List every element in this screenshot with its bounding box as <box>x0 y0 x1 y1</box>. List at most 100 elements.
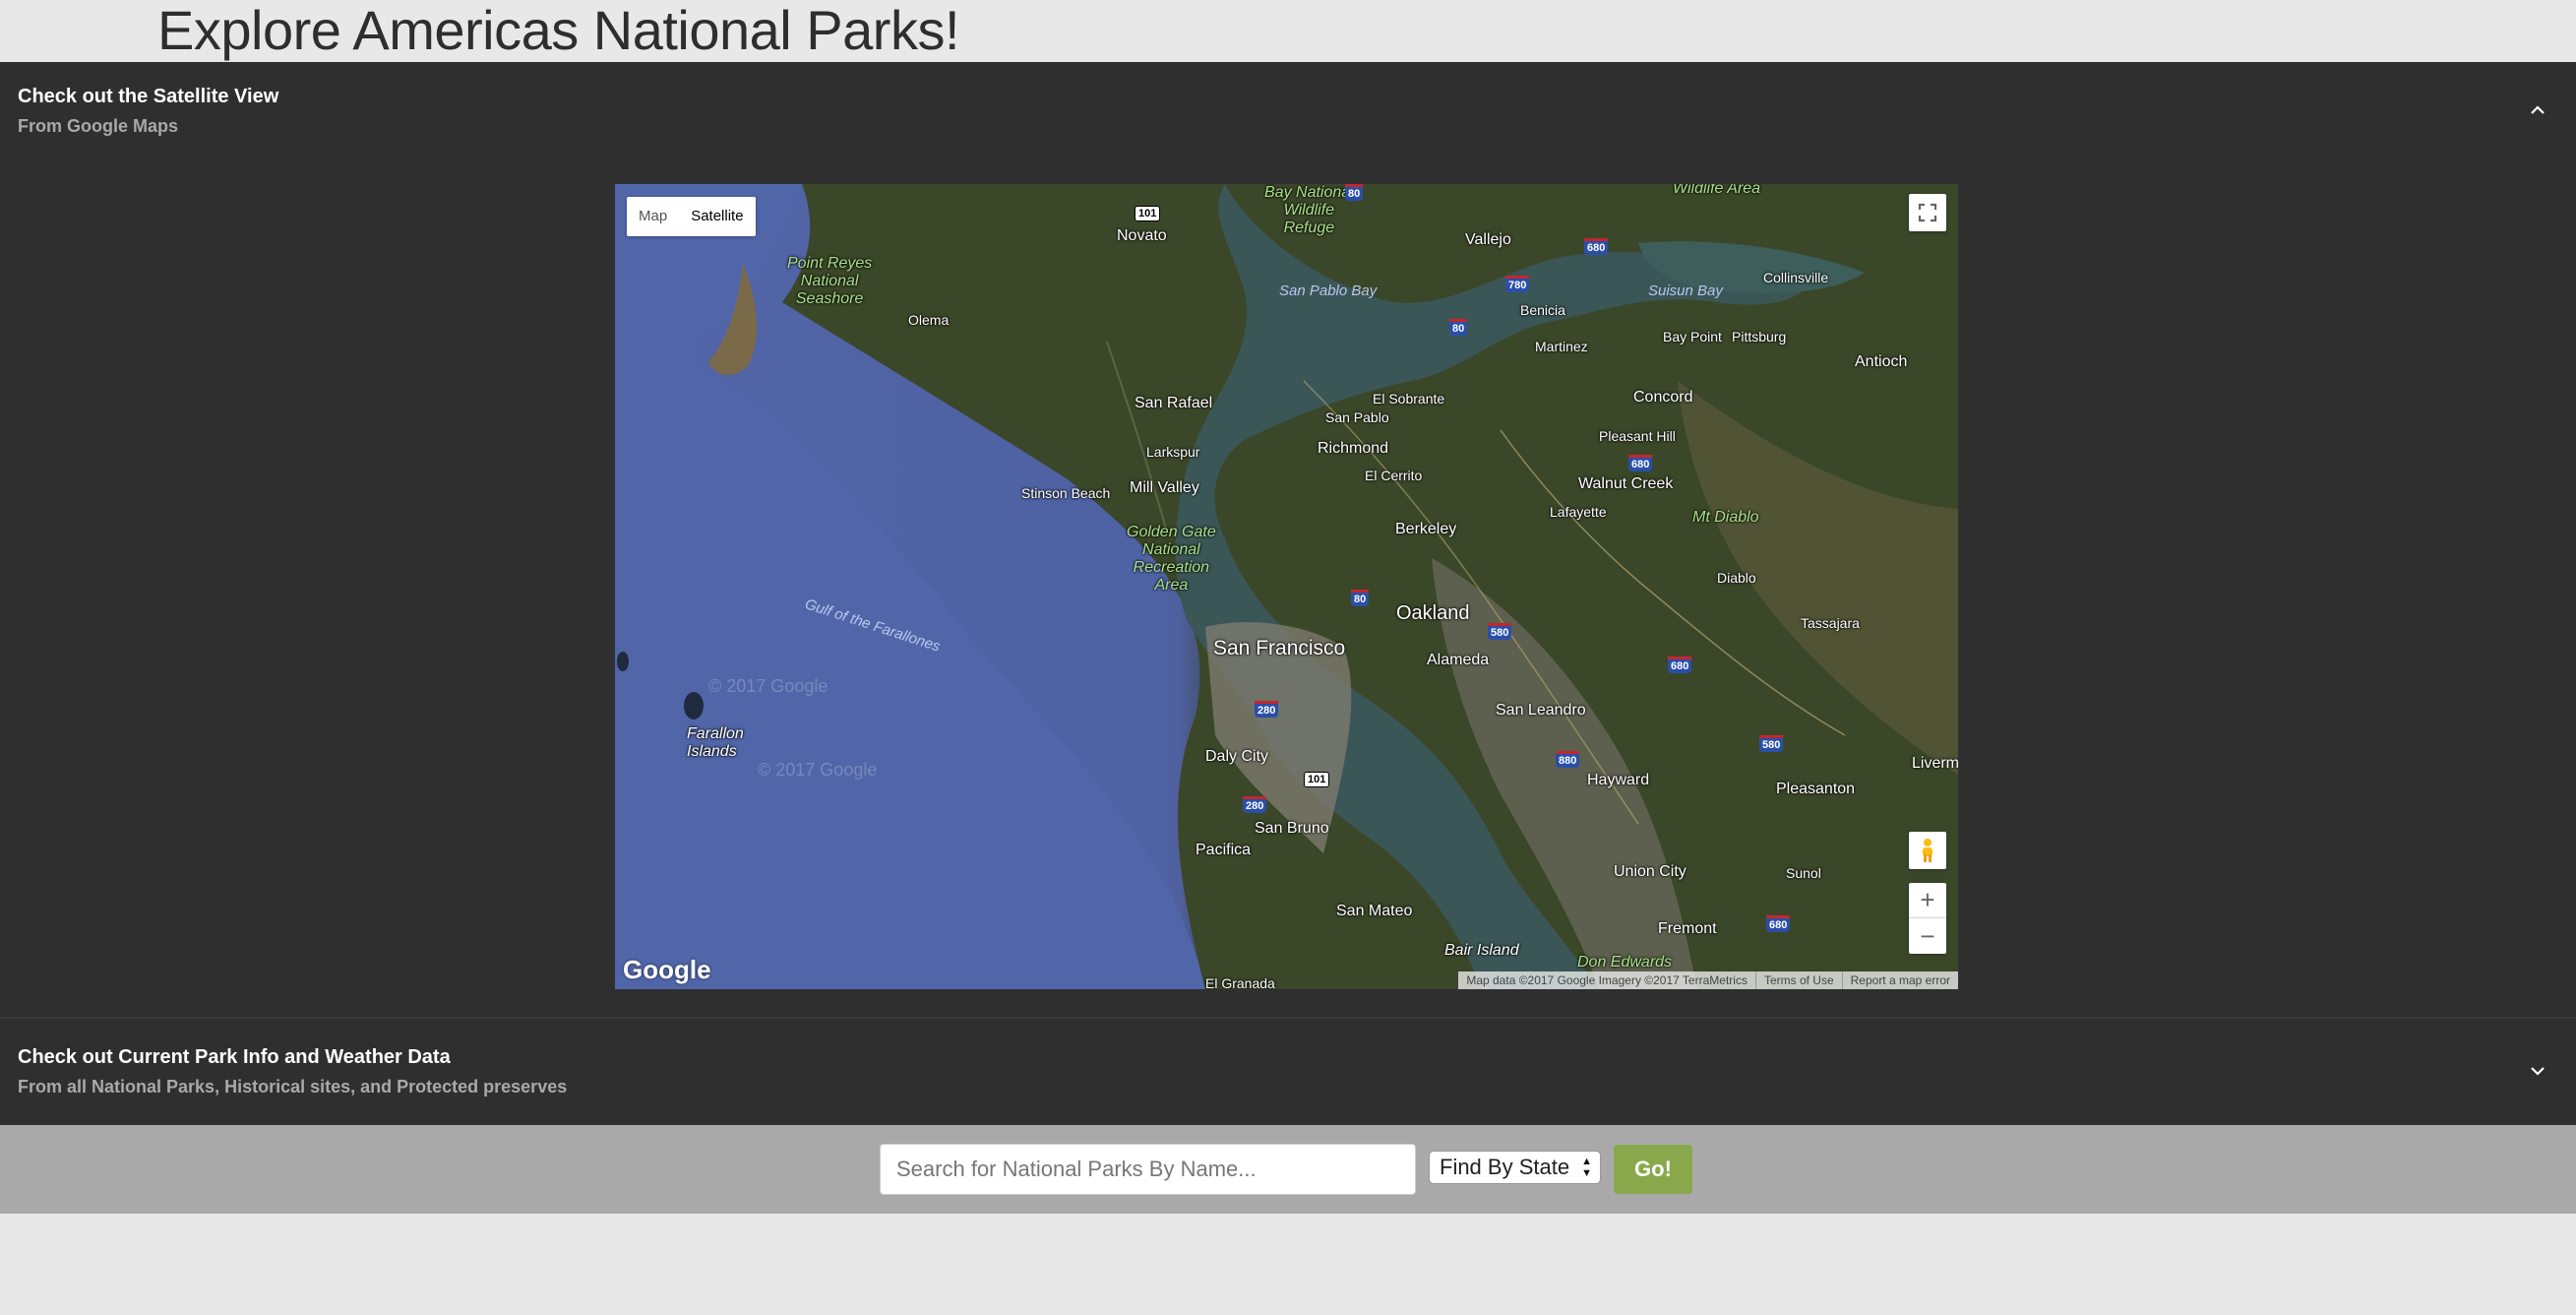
label-diablo: Diablo <box>1717 570 1756 586</box>
highway-shield: 580 <box>1488 623 1512 640</box>
zoom-out-button[interactable]: − <box>1909 918 1946 954</box>
label-san-francisco: San Francisco <box>1213 637 1346 659</box>
label-point-reyes-text: Point Reyes National Seashore <box>787 255 873 307</box>
label-san-bruno: San Bruno <box>1255 820 1329 837</box>
label-livermore: Livermore <box>1912 755 1958 772</box>
highway-shield: 580 <box>1759 735 1784 752</box>
label-benicia: Benicia <box>1520 302 1565 318</box>
label-larkspur: Larkspur <box>1146 444 1200 460</box>
satellite-section-subtitle: From Google Maps <box>18 116 179 136</box>
label-san-mateo: San Mateo <box>1336 903 1413 919</box>
park-info-panel: Check out Current Park Info and Weather … <box>0 1017 2576 1125</box>
chevron-up-icon[interactable] <box>2529 101 2546 119</box>
label-concord: Concord <box>1633 389 1693 406</box>
street-view-pegman[interactable] <box>1909 832 1946 869</box>
label-golden-gate: Golden Gate National Recreation Area <box>1127 524 1216 595</box>
park-info-section-title: Check out Current Park Info and Weather … <box>18 1046 451 1068</box>
highway-shield: 680 <box>1628 455 1653 471</box>
find-by-state-select[interactable]: Find By State ▲ ▼ <box>1429 1151 1601 1184</box>
label-san-pablo-bay: San Pablo Bay <box>1279 282 1378 299</box>
label-walnut-creek: Walnut Creek <box>1578 475 1674 492</box>
highway-shield: 280 <box>1243 796 1267 813</box>
label-suisun-bay: Suisun Bay <box>1648 282 1723 299</box>
highway-shield: 280 <box>1255 701 1279 718</box>
label-hayward: Hayward <box>1587 772 1650 788</box>
label-olema: Olema <box>908 312 950 328</box>
label-vallejo: Vallejo <box>1465 231 1511 248</box>
map-watermark-2: © 2017 Google <box>758 760 878 780</box>
highway-shield: 780 <box>1505 276 1530 292</box>
highway-shield: 80 <box>1449 319 1468 336</box>
label-san-pablo: San Pablo <box>1325 409 1389 425</box>
label-el-cerrito: El Cerrito <box>1365 468 1423 483</box>
label-lafayette: Lafayette <box>1550 504 1607 520</box>
label-berkeley: Berkeley <box>1395 521 1457 537</box>
search-bar: Find By State ▲▼ Go! <box>0 1125 2576 1214</box>
label-wildlife-area: Wildlife Area <box>1673 184 1761 197</box>
label-sunol: Sunol <box>1786 865 1821 881</box>
label-martinez: Martinez <box>1535 339 1588 354</box>
pegman-icon <box>1923 839 1932 862</box>
label-farallon-islands: Farallon Islands <box>687 725 744 761</box>
park-name-search-input[interactable] <box>880 1144 1416 1195</box>
map-attribution: Map data ©2017 Google Imagery ©2017 Terr… <box>1458 971 1958 989</box>
google-logo[interactable]: Google <box>623 955 711 985</box>
label-pleasanton: Pleasanton <box>1776 781 1856 797</box>
map-type-satellite-button[interactable]: Satellite <box>679 197 755 236</box>
label-novato: Novato <box>1117 227 1167 244</box>
label-san-rafael: San Rafael <box>1135 395 1213 411</box>
label-pacifica: Pacifica <box>1196 842 1252 858</box>
chevron-down-icon[interactable] <box>2529 1062 2546 1080</box>
fullscreen-icon <box>1918 203 1937 222</box>
terms-of-use-link[interactable]: Terms of Use <box>1754 971 1842 989</box>
satellite-accordion-header[interactable]: Check out the Satellite View From Google… <box>18 86 278 137</box>
label-collinsville: Collinsville <box>1763 270 1829 285</box>
map-data-credit: Map data ©2017 Google Imagery ©2017 Terr… <box>1466 973 1748 987</box>
panel-divider <box>0 1017 2576 1019</box>
park-info-section-subtitle: From all National Parks, Historical site… <box>18 1077 568 1096</box>
select-arrows-icon: ▲ ▼ <box>1581 1156 1592 1179</box>
go-button[interactable]: Go! <box>1614 1145 1692 1194</box>
state-select-value: Find By State <box>1440 1155 1570 1179</box>
label-golden-gate-text: Golden Gate National Recreation Area <box>1127 524 1216 594</box>
label-richmond: Richmond <box>1318 440 1389 457</box>
label-oakland: Oakland <box>1396 602 1470 624</box>
park-info-accordion-header[interactable]: Check out Current Park Info and Weather … <box>18 1046 567 1097</box>
highway-shield: 680 <box>1584 238 1609 255</box>
highway-shield: 680 <box>1668 657 1692 673</box>
report-map-error-link[interactable]: Report a map error <box>1841 971 1958 989</box>
satellite-section-title: Check out the Satellite View <box>18 86 279 107</box>
label-pittsburg: Pittsburg <box>1732 329 1787 344</box>
label-don-edwards: Don Edwards <box>1577 954 1673 971</box>
highway-shield: 680 <box>1766 915 1791 932</box>
highway-shield: 101 <box>1304 772 1330 787</box>
label-pleasant-hill: Pleasant Hill <box>1599 428 1676 444</box>
label-bay-wildlife: Bay National Wildlife Refuge <box>1264 184 1354 237</box>
label-bay-point: Bay Point <box>1663 329 1722 344</box>
map-type-map-button[interactable]: Map <box>627 197 679 236</box>
zoom-in-button[interactable]: + <box>1909 883 1946 918</box>
label-bay-wildlife-text: Bay National Wildlife Refuge <box>1264 184 1354 236</box>
label-point-reyes: Point Reyes National Seashore <box>787 255 872 308</box>
label-el-sobrante: El Sobrante <box>1373 391 1445 407</box>
label-antioch: Antioch <box>1855 353 1908 370</box>
highway-shield: 80 <box>1345 184 1364 201</box>
label-el-granada: El Granada <box>1205 975 1275 989</box>
fullscreen-button[interactable] <box>1909 194 1946 231</box>
map-watermark-1: © 2017 Google <box>708 676 828 696</box>
map-type-control: Map Satellite <box>627 197 756 236</box>
label-tassajara: Tassajara <box>1801 615 1860 631</box>
highway-shield: 101 <box>1135 206 1161 221</box>
label-fremont: Fremont <box>1658 920 1717 937</box>
label-farallon-islands-text: Farallon Islands <box>687 725 744 760</box>
label-alameda: Alameda <box>1427 652 1490 668</box>
label-bair-island: Bair Island <box>1444 942 1519 959</box>
label-mill-valley: Mill Valley <box>1130 479 1199 496</box>
label-union-city: Union City <box>1614 863 1687 880</box>
label-san-leandro: San Leandro <box>1496 702 1586 719</box>
label-mt-diablo: Mt Diablo <box>1692 509 1759 526</box>
label-daly-city: Daly City <box>1205 748 1269 765</box>
highway-shield: 80 <box>1351 590 1370 606</box>
page-title: Explore Americas National Parks! <box>157 0 960 61</box>
satellite-map[interactable]: Point Reyes National Seashore Novato Bay… <box>615 184 1958 989</box>
